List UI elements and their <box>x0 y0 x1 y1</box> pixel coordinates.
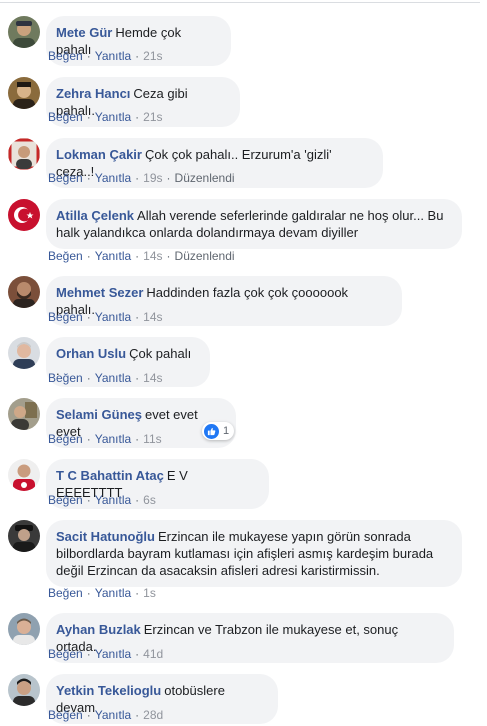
comment-author[interactable]: T C Bahattin Ataç <box>56 468 164 483</box>
reply-link[interactable]: Yanıtla <box>95 708 131 722</box>
comment-bubble: Atilla Çelenk Allah verende seferlerinde … <box>46 199 462 249</box>
comment-time[interactable]: 21s <box>143 110 162 124</box>
avatar[interactable] <box>8 337 40 369</box>
comment-actions: Beğen · Yanıtla · 21s <box>48 110 163 124</box>
like-link[interactable]: Beğen <box>48 432 83 446</box>
comment-author[interactable]: Mete Gür <box>56 25 112 40</box>
like-link[interactable]: Beğen <box>48 310 83 324</box>
avatar[interactable] <box>8 520 40 552</box>
like-link[interactable]: Beğen <box>48 249 83 263</box>
reaction-count-label: 1 <box>223 425 230 437</box>
comment-author[interactable]: Yetkin Tekelioglu <box>56 683 161 698</box>
avatar[interactable] <box>8 276 40 308</box>
reply-link[interactable]: Yanıtla <box>95 586 131 600</box>
comment-author[interactable]: Orhan Uslu <box>56 346 126 361</box>
comment-author[interactable]: Sacit Hatunoğlu <box>56 529 155 544</box>
top-divider <box>0 2 480 3</box>
like-link[interactable]: Beğen <box>48 708 83 722</box>
comment-author[interactable]: Selami Güneş <box>56 407 142 422</box>
comment-time[interactable]: 1s <box>143 586 156 600</box>
comment-time[interactable]: 14s <box>143 249 162 263</box>
like-link[interactable]: Beğen <box>48 647 83 661</box>
avatar[interactable] <box>8 77 40 109</box>
like-link[interactable]: Beğen <box>48 49 83 63</box>
comment-actions: Beğen · Yanıtla · 19s · Düzenlendi <box>48 171 235 185</box>
comment-time[interactable]: 41d <box>143 647 163 661</box>
reply-link[interactable]: Yanıtla <box>95 110 131 124</box>
comment-actions: Beğen · Yanıtla · 41d <box>48 647 164 661</box>
comment-actions: Beğen · Yanıtla · 14s <box>48 310 163 324</box>
reply-link[interactable]: Yanıtla <box>95 647 131 661</box>
comment-author[interactable]: Lokman Çakir <box>56 147 142 162</box>
comment-time[interactable]: 28d <box>143 708 163 722</box>
avatar[interactable] <box>8 613 40 645</box>
like-link[interactable]: Beğen <box>48 110 83 124</box>
like-link[interactable]: Beğen <box>48 493 83 507</box>
avatar[interactable] <box>8 199 40 231</box>
comment-author[interactable]: Ayhan Buzlak <box>56 622 141 637</box>
comment-bubble: Sacit Hatunoğlu Erzincan ile mukayese yap… <box>46 520 462 587</box>
reply-link[interactable]: Yanıtla <box>95 49 131 63</box>
comment-time[interactable]: 14s <box>143 310 162 324</box>
reply-link[interactable]: Yanıtla <box>95 249 131 263</box>
comment-time[interactable]: 14s <box>143 371 162 385</box>
reply-link[interactable]: Yanıtla <box>95 432 131 446</box>
reply-link[interactable]: Yanıtla <box>95 310 131 324</box>
comment-actions: Beğen · Yanıtla · 1s <box>48 586 156 600</box>
avatar[interactable] <box>8 459 40 491</box>
like-reaction-icon <box>204 423 219 439</box>
comment-time[interactable]: 21s <box>143 49 162 63</box>
comment-time[interactable]: 6s <box>143 493 156 507</box>
comment-actions: Beğen · Yanıtla · 21s <box>48 49 163 63</box>
comment-author[interactable]: Mehmet Sezer <box>56 285 143 300</box>
avatar[interactable] <box>8 398 40 430</box>
like-link[interactable]: Beğen <box>48 586 83 600</box>
comment-actions: Beğen · Yanıtla · 28d <box>48 708 164 722</box>
comment-actions: Beğen · Yanıtla · 14s <box>48 371 163 385</box>
comment-time[interactable]: 19s <box>143 171 162 185</box>
avatar[interactable] <box>8 138 40 170</box>
like-link[interactable]: Beğen <box>48 171 83 185</box>
edited-label[interactable]: Düzenlendi <box>175 171 235 185</box>
avatar[interactable] <box>8 16 40 48</box>
comment-author[interactable]: Zehra Hancı <box>56 86 130 101</box>
edited-label[interactable]: Düzenlendi <box>175 249 235 263</box>
comment-actions: Beğen · Yanıtla · 6s <box>48 493 156 507</box>
like-link[interactable]: Beğen <box>48 371 83 385</box>
comment-actions: Beğen · Yanıtla · 11s <box>48 432 162 446</box>
comment-time[interactable]: 11s <box>143 432 161 446</box>
comment-author[interactable]: Atilla Çelenk <box>56 208 134 223</box>
comment-actions: Beğen · Yanıtla · 14s · Düzenlendi <box>48 249 235 263</box>
reply-link[interactable]: Yanıtla <box>95 493 131 507</box>
reply-link[interactable]: Yanıtla <box>95 171 131 185</box>
reaction-count[interactable]: 1 <box>202 422 235 440</box>
reply-link[interactable]: Yanıtla <box>95 371 131 385</box>
avatar[interactable] <box>8 674 40 706</box>
